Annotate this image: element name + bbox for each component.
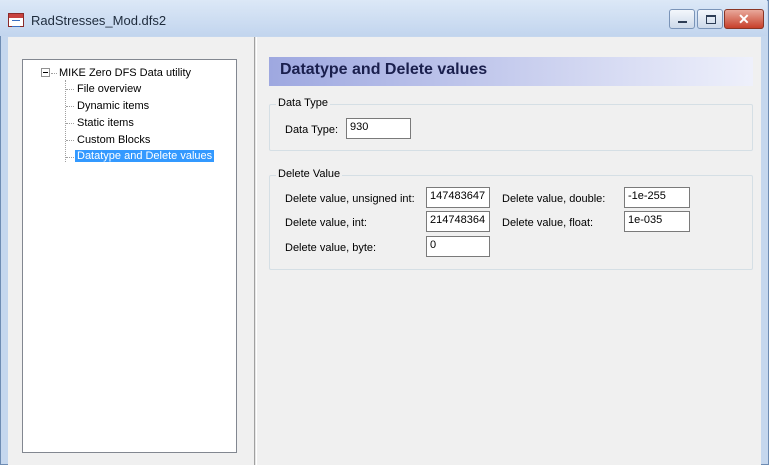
unsigned-int-label: Delete value, unsigned int: [285, 193, 415, 205]
tree-connector [66, 140, 74, 141]
tree-connector [66, 157, 74, 158]
double-label: Delete value, double: [502, 193, 606, 205]
close-button[interactable]: ✕ [724, 9, 764, 29]
pane-splitter[interactable] [254, 37, 257, 465]
tree-connector [66, 106, 74, 107]
int-field[interactable]: 214748364 [426, 211, 490, 232]
data-type-label: Data Type: [285, 124, 338, 136]
int-label: Delete value, int: [285, 217, 367, 229]
data-type-field[interactable]: 930 [346, 118, 411, 139]
minimize-icon [678, 21, 687, 23]
tree-item-dynamic-items[interactable]: Dynamic items [77, 100, 149, 112]
maximize-icon [706, 15, 716, 24]
minimize-button[interactable] [669, 9, 695, 29]
tree-item-static-items[interactable]: Static items [77, 117, 134, 129]
tree-root[interactable]: MIKE Zero DFS Data utility [59, 67, 191, 79]
tree-connector [51, 73, 57, 74]
collapse-toggle-icon[interactable] [41, 68, 50, 77]
tree-item-file-overview[interactable]: File overview [77, 83, 141, 95]
float-label: Delete value, float: [502, 217, 594, 229]
unsigned-int-field[interactable]: 147483647 [426, 187, 490, 208]
window-title: RadStresses_Mod.dfs2 [31, 13, 167, 28]
title-bar[interactable]: RadStresses_Mod.dfs2 ✕ [0, 0, 767, 36]
tree-item-datatype-delete-values[interactable]: Datatype and Delete values [75, 150, 215, 162]
float-field[interactable]: 1e-035 [624, 211, 690, 232]
maximize-button[interactable] [697, 9, 723, 29]
byte-label: Delete value, byte: [285, 242, 377, 254]
tree-connector [66, 89, 74, 90]
double-field[interactable]: -1e-255 [624, 187, 690, 208]
data-type-group [269, 104, 753, 151]
byte-field[interactable]: 0 [426, 236, 490, 257]
dfs-file-icon [8, 13, 24, 27]
close-icon: ✕ [738, 11, 750, 27]
delete-value-group-caption: Delete Value [276, 168, 343, 180]
panel-title: Datatype and Delete values [280, 61, 488, 78]
tree-connector [65, 80, 66, 162]
tree-connector [66, 123, 74, 124]
tree-item-custom-blocks[interactable]: Custom Blocks [77, 134, 150, 146]
data-type-group-caption: Data Type [276, 97, 330, 109]
